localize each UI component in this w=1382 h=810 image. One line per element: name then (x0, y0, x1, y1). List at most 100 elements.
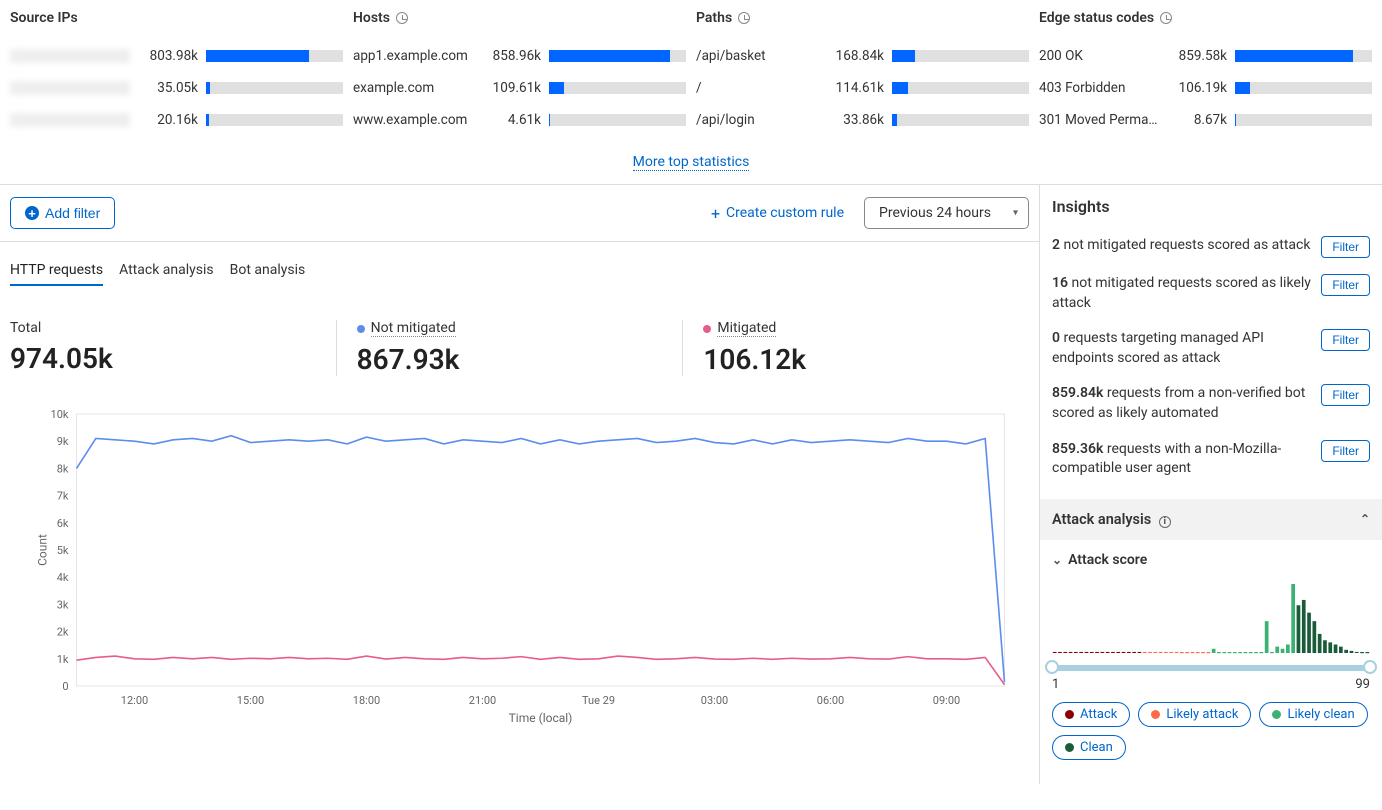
insight-text: 2 not mitigated requests scored as attac… (1052, 236, 1311, 256)
add-filter-label: Add filter (45, 205, 100, 221)
stat-value: 858.96k (481, 48, 541, 64)
stat-label: /api/login (696, 112, 816, 128)
stat-bar (892, 114, 1029, 126)
stat-row[interactable]: app1.example.com 858.96k (353, 40, 686, 72)
svg-text:1k: 1k (57, 653, 69, 666)
dot-icon (703, 325, 711, 333)
dot-icon (1065, 710, 1074, 719)
stat-bar (892, 50, 1029, 62)
svg-text:7k: 7k (57, 490, 69, 503)
stat-row[interactable]: 803.98k (10, 40, 343, 72)
insight-text: 16 not mitigated requests scored as like… (1052, 274, 1311, 313)
tab-attack-analysis[interactable]: Attack analysis (119, 262, 214, 286)
legend-chip-attack[interactable]: Attack (1052, 702, 1130, 727)
stat-value: 109.61k (481, 80, 541, 96)
metric-not-mitigated-label: Not mitigated (357, 320, 683, 337)
insight-filter-button[interactable]: Filter (1321, 236, 1370, 258)
attack-analysis-header[interactable]: Attack analysis i ⌃ (1040, 499, 1382, 540)
stat-column-header: Paths (696, 10, 1029, 26)
stat-row[interactable]: example.com109.61k (353, 72, 686, 104)
legend-chip-likely-clean[interactable]: Likely clean (1259, 702, 1367, 727)
slider-thumb-max[interactable] (1363, 660, 1377, 674)
stat-value: 168.84k (824, 48, 884, 64)
svg-text:18:00: 18:00 (353, 694, 380, 707)
insight-text: 0 requests targeting managed API endpoin… (1052, 329, 1311, 368)
slider-max-label: 99 (1355, 677, 1370, 692)
svg-text:6k: 6k (57, 517, 69, 530)
stat-column-header: Edge status codes (1039, 10, 1372, 26)
tab-http-requests[interactable]: HTTP requests (10, 262, 103, 286)
stat-value: 20.16k (138, 112, 198, 128)
stat-value: 8.67k (1167, 112, 1227, 128)
create-rule-label: Create custom rule (726, 205, 844, 221)
stat-value: 106.19k (1167, 80, 1227, 96)
svg-text:Tue 29: Tue 29 (582, 694, 615, 707)
clock-icon (396, 12, 408, 24)
stat-bar (892, 82, 1029, 94)
svg-text:4k: 4k (57, 571, 69, 584)
attack-score-slider[interactable] (1052, 665, 1370, 671)
stat-bar (1235, 50, 1372, 62)
insight-text: 859.84k requests from a non-verified bot… (1052, 384, 1311, 423)
more-top-stats-link[interactable]: More top statistics (633, 154, 750, 171)
time-range-select[interactable]: Previous 24 hours (864, 197, 1029, 229)
dot-icon (1065, 743, 1074, 752)
tab-bot-analysis[interactable]: Bot analysis (230, 262, 306, 286)
metric-not-mitigated-value: 867.93k (357, 343, 683, 376)
insights-title: Insights (1040, 197, 1382, 228)
svg-text:10k: 10k (51, 408, 69, 421)
stat-bar (549, 50, 686, 62)
clock-icon (738, 12, 750, 24)
plus-icon: + (25, 206, 39, 220)
stat-row[interactable]: /api/basket168.84k (696, 40, 1029, 72)
metric-mitigated-value: 106.12k (703, 343, 1029, 376)
stat-row[interactable]: /api/login33.86k (696, 104, 1029, 136)
dot-icon (1272, 710, 1281, 719)
svg-text:15:00: 15:00 (237, 694, 264, 707)
svg-text:2k: 2k (57, 626, 69, 639)
metric-total-value: 974.05k (10, 342, 336, 375)
metric-mitigated-label: Mitigated (703, 320, 1029, 337)
insight-filter-button[interactable]: Filter (1321, 384, 1370, 406)
http-requests-chart[interactable]: 01k2k3k4k5k6k7k8k9k10k12:0015:0018:0021:… (20, 406, 1029, 726)
stat-label: www.example.com (353, 112, 473, 128)
svg-text:Time (local): Time (local) (509, 711, 573, 725)
stat-row[interactable]: 20.16k (10, 104, 343, 136)
svg-text:3k: 3k (57, 598, 69, 611)
add-filter-button[interactable]: + Add filter (10, 197, 115, 229)
svg-text:06:00: 06:00 (817, 694, 844, 707)
stat-value: 803.98k (138, 48, 198, 64)
clock-icon (1160, 12, 1172, 24)
legend-chip-clean[interactable]: Clean (1052, 735, 1126, 760)
stat-label: app1.example.com (353, 48, 473, 64)
stat-row[interactable]: 35.05k (10, 72, 343, 104)
svg-text:Count: Count (36, 534, 50, 566)
svg-text:03:00: 03:00 (701, 694, 728, 707)
stat-column-header: Hosts (353, 10, 686, 26)
stat-row[interactable]: 200 OK859.58k (1039, 40, 1372, 72)
stat-row[interactable]: /114.61k (696, 72, 1029, 104)
stat-row[interactable]: 301 Moved Permanently 8.67k (1039, 104, 1372, 136)
stat-value: 114.61k (824, 80, 884, 96)
legend-chip-likely-attack[interactable]: Likely attack (1138, 702, 1251, 727)
stat-bar (549, 114, 686, 126)
insight-filter-button[interactable]: Filter (1321, 274, 1370, 296)
svg-text:12:00: 12:00 (121, 694, 148, 707)
stat-value: 859.58k (1167, 48, 1227, 64)
stat-row[interactable]: www.example.com 4.61k (353, 104, 686, 136)
insight-text: 859.36k requests with a non-Mozilla-comp… (1052, 440, 1311, 479)
slider-thumb-min[interactable] (1045, 660, 1059, 674)
insight-filter-button[interactable]: Filter (1321, 440, 1370, 462)
stat-bar (549, 82, 686, 94)
plus-icon: + (711, 204, 720, 223)
svg-text:21:00: 21:00 (469, 694, 496, 707)
stat-value: 4.61k (481, 112, 541, 128)
stat-label: 301 Moved Permanently (1039, 112, 1159, 128)
insight-filter-button[interactable]: Filter (1321, 329, 1370, 351)
chevron-down-icon: ⌄ (1052, 553, 1062, 567)
stat-row[interactable]: 403 Forbidden106.19k (1039, 72, 1372, 104)
chevron-up-icon: ⌃ (1360, 512, 1370, 526)
stat-label (10, 49, 130, 63)
attack-score-subsection[interactable]: ⌄ Attack score (1040, 540, 1382, 580)
create-custom-rule-link[interactable]: + Create custom rule (711, 204, 844, 223)
